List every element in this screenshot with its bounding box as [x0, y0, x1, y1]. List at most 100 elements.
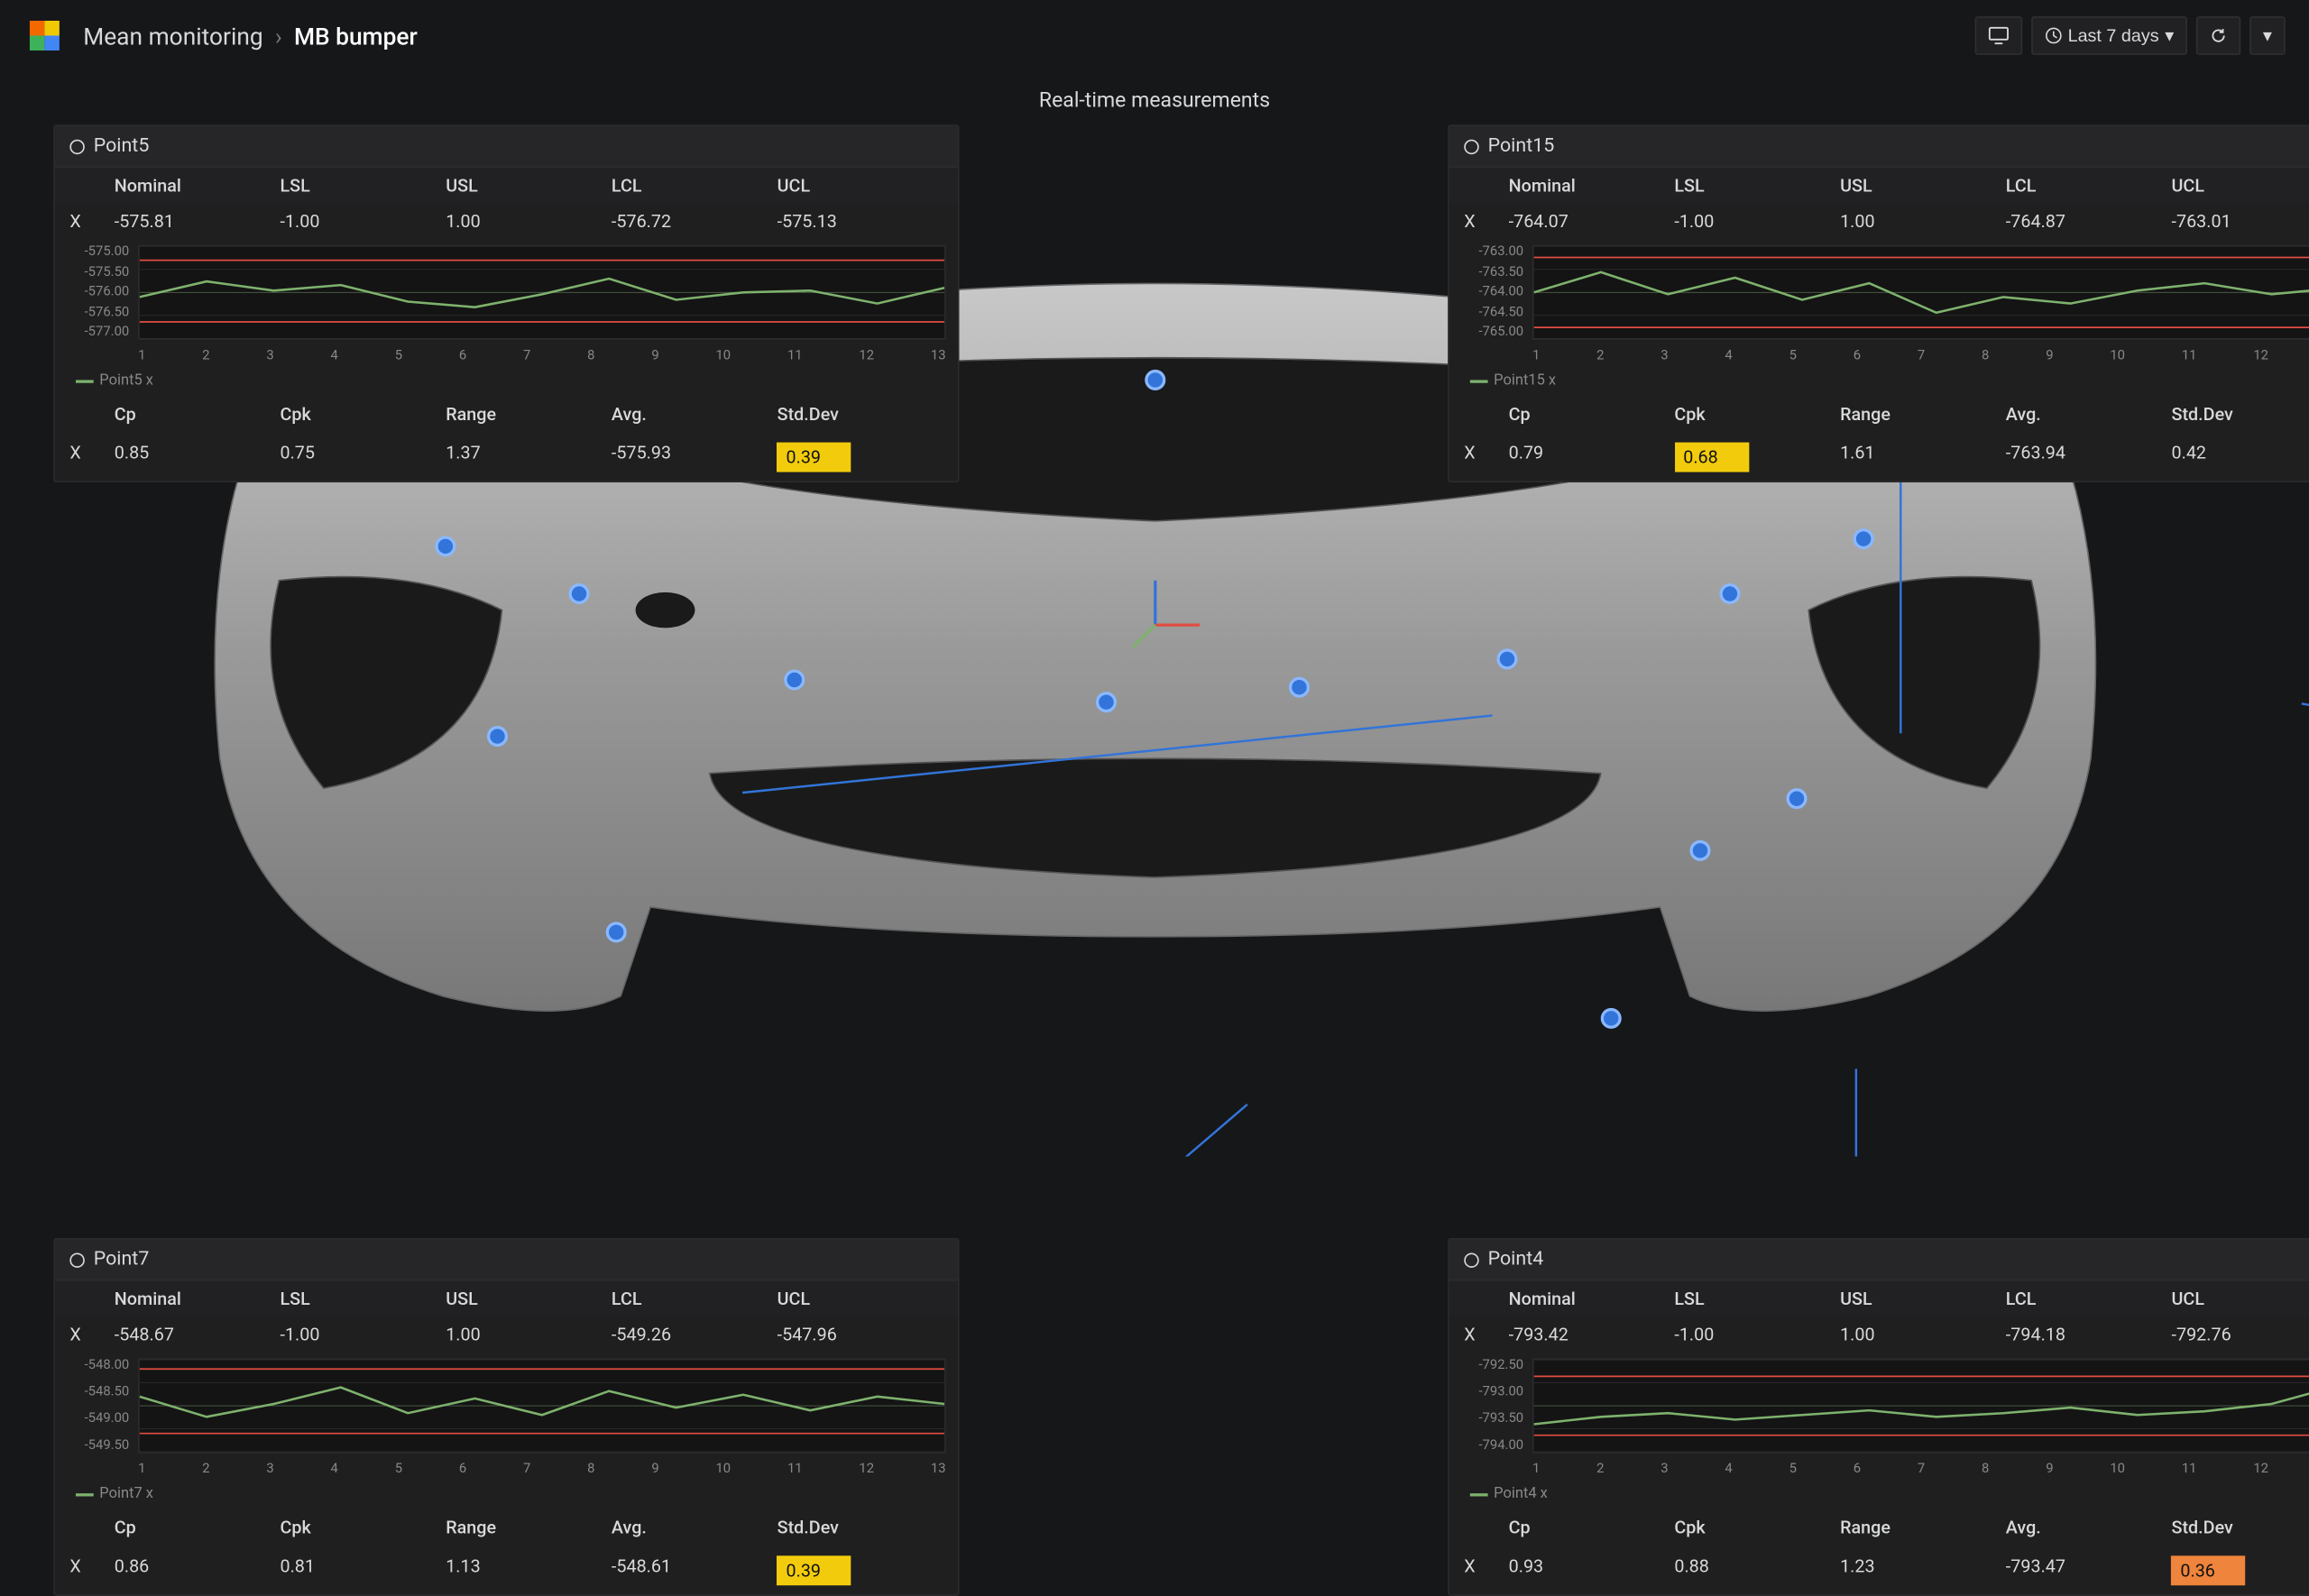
- stat-header-cell: Std.Dev: [2172, 1518, 2309, 1538]
- stat-value: -575.93: [612, 443, 777, 472]
- table-cell: -575.81: [115, 211, 281, 232]
- chart[interactable]: -575.00-575.50-576.00-576.50-577.00 1234…: [55, 239, 958, 367]
- breadcrumb-current[interactable]: MB bumper: [294, 22, 418, 50]
- meas-point[interactable]: [1600, 1008, 1621, 1029]
- stat-row: X 0.790.68 1.61-763.940.42: [1449, 434, 2309, 482]
- legend-swatch: [76, 1492, 94, 1495]
- chart-xlabels: 12345678910111213: [1532, 1463, 2309, 1477]
- header-right: Last 7 days ▾ ▾: [1974, 16, 2286, 55]
- meas-point[interactable]: [1496, 649, 1517, 670]
- meas-point[interactable]: [486, 727, 507, 748]
- refresh-button[interactable]: [2196, 16, 2240, 55]
- stat-value: 0.79: [1509, 443, 1675, 472]
- logo-icon[interactable]: [23, 14, 65, 56]
- panel-title: Point7: [94, 1249, 150, 1271]
- meas-point[interactable]: [783, 670, 804, 691]
- breadcrumb-root[interactable]: Mean monitoring: [83, 22, 263, 50]
- table-cell: 1.00: [446, 1325, 612, 1345]
- target-icon: [69, 139, 84, 153]
- chart-ylabels: -548.00-548.50-549.00-549.50: [64, 1358, 129, 1453]
- table-header-cell: LSL: [280, 175, 446, 196]
- chart-xlabels: 12345678910111213: [138, 1463, 946, 1477]
- stat-value-highlight: 0.39: [777, 443, 851, 472]
- chart-legend[interactable]: Point15 x: [1449, 367, 2309, 395]
- target-icon: [1464, 1252, 1478, 1267]
- stat-header-row: CpCpkRangeAvg.Std.Dev: [55, 395, 958, 434]
- row-prefix: X: [69, 1555, 114, 1585]
- table-cell: -793.42: [1509, 1325, 1675, 1345]
- panel-header[interactable]: Point7: [55, 1240, 958, 1281]
- meas-point[interactable]: [1689, 840, 1710, 861]
- table-header-cell: USL: [446, 1289, 612, 1309]
- table-header-cell: Nominal: [115, 1289, 281, 1309]
- meas-point[interactable]: [568, 584, 589, 605]
- stat-header-cell: Cp: [115, 1518, 281, 1538]
- stat-header-cell: Cpk: [1674, 404, 1840, 425]
- meas-point[interactable]: [1853, 529, 1873, 550]
- meas-point[interactable]: [1288, 677, 1309, 698]
- clock-icon: [2044, 27, 2062, 45]
- table-header-cell: USL: [446, 175, 612, 196]
- meas-point[interactable]: [435, 537, 455, 557]
- legend-label: Point7 x: [99, 1486, 153, 1502]
- table-row: X -548.67-1.001.00-549.26-547.96: [55, 1316, 958, 1353]
- table-header-cell: LCL: [2006, 175, 2172, 196]
- table-cell: -763.01: [2172, 211, 2309, 232]
- chart-legend[interactable]: Point5 x: [55, 367, 958, 395]
- chart[interactable]: -548.00-548.50-549.00-549.50 12345678910…: [55, 1353, 958, 1481]
- panel-header[interactable]: Point5: [55, 126, 958, 168]
- time-range-button[interactable]: Last 7 days ▾: [2030, 16, 2187, 55]
- stat-value: 0.42: [2172, 443, 2309, 472]
- table-cell: -1.00: [280, 1325, 446, 1345]
- stat-value: 1.61: [1840, 443, 2006, 472]
- table-header-cell: UCL: [777, 1289, 943, 1309]
- stat-value: -763.94: [2006, 443, 2172, 472]
- table-header-row: NominalLSLUSLLCLUCL: [1449, 1281, 2309, 1317]
- meas-point[interactable]: [1719, 584, 1740, 605]
- table-header-row: NominalLSLUSLLCLUCL: [55, 168, 958, 204]
- tv-mode-button[interactable]: [1974, 16, 2022, 55]
- stat-header-cell: Avg.: [2006, 1518, 2172, 1538]
- stat-value: 0.86: [115, 1555, 281, 1585]
- breadcrumb-sep: ›: [275, 22, 282, 50]
- table-cell: -792.76: [2172, 1325, 2309, 1345]
- row-prefix: X: [1464, 443, 1508, 472]
- table-header-cell: UCL: [2172, 175, 2309, 196]
- meas-point[interactable]: [605, 922, 626, 943]
- refresh-interval-button[interactable]: ▾: [2249, 16, 2286, 55]
- chart-legend[interactable]: Point4 x: [1449, 1480, 2309, 1508]
- table-cell: 1.00: [446, 211, 612, 232]
- meas-point[interactable]: [1095, 693, 1116, 713]
- table-header-cell: UCL: [777, 175, 943, 196]
- dashboard: Point5 NominalLSLUSLLCLUCL X -575.81-1.0…: [0, 124, 2309, 1156]
- panel-point4: Point4 NominalLSLUSLLCLUCL X -793.42-1.0…: [1448, 1238, 2309, 1596]
- table-cell: -1.00: [1674, 1325, 1840, 1345]
- stat-header-cell: Std.Dev: [777, 404, 943, 425]
- breadcrumb: Mean monitoring › MB bumper: [83, 22, 418, 50]
- panel-header[interactable]: Point15: [1449, 126, 2309, 168]
- panel-header[interactable]: Point4: [1449, 1240, 2309, 1281]
- meas-point[interactable]: [1786, 789, 1807, 810]
- chart-plot: [1532, 245, 2309, 340]
- stat-header-cell: Range: [446, 1518, 612, 1538]
- chart[interactable]: -763.00-763.50-764.00-764.50-765.00 1234…: [1449, 239, 2309, 367]
- row-prefix: X: [69, 443, 114, 472]
- header: Mean monitoring › MB bumper Last 7 days …: [0, 0, 2309, 71]
- stat-value-highlight: 0.39: [777, 1555, 851, 1585]
- panel-title: Point15: [1488, 135, 1555, 158]
- legend-swatch: [76, 380, 94, 382]
- chart-ylabels: -763.00-763.50-764.00-764.50-765.00: [1458, 245, 1523, 340]
- chart-ylabels: -575.00-575.50-576.00-576.50-577.00: [64, 245, 129, 340]
- table-header-cell: USL: [1840, 175, 2006, 196]
- stat-value: 1.23: [1840, 1555, 2006, 1585]
- legend-swatch: [1470, 380, 1488, 382]
- stat-header-row: CpCpkRangeAvg.Std.Dev: [1449, 395, 2309, 434]
- table-cell: 1.00: [1840, 1325, 2006, 1345]
- stat-value-highlight: 0.68: [1674, 443, 1748, 472]
- table-header-cell: LSL: [280, 1289, 446, 1309]
- chart-xlabels: 12345678910111213: [1532, 349, 2309, 363]
- chart-legend[interactable]: Point7 x: [55, 1480, 958, 1508]
- meas-point[interactable]: [1144, 371, 1164, 391]
- table-header-cell: LSL: [1674, 175, 1840, 196]
- chart[interactable]: -792.50-793.00-793.50-794.00 12345678910…: [1449, 1353, 2309, 1481]
